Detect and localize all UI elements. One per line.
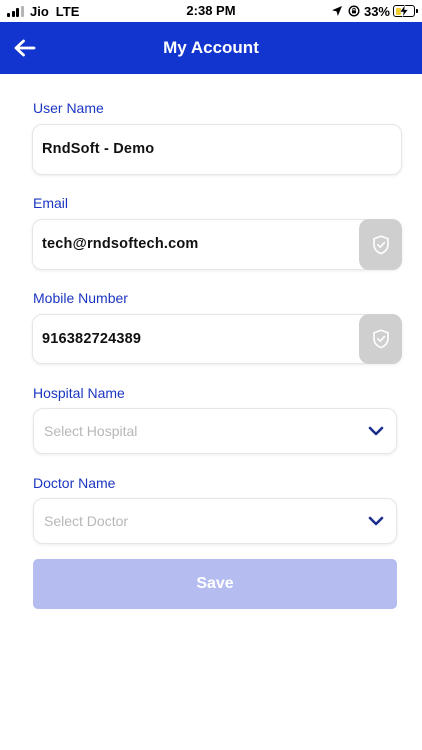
user-name-label: User Name (33, 100, 104, 116)
chevron-down-icon (368, 426, 384, 436)
user-name-value: RndSoft - Demo (42, 141, 155, 157)
mobile-value: 916382724389 (42, 331, 142, 347)
doctor-select[interactable]: Select Doctor (33, 498, 397, 544)
save-button[interactable]: Save (33, 559, 397, 609)
shield-check-icon (372, 234, 389, 254)
doctor-label: Doctor Name (33, 475, 116, 491)
user-name-field[interactable]: RndSoft - Demo (32, 124, 402, 175)
email-verify-button[interactable] (359, 219, 402, 270)
doctor-placeholder: Select Doctor (44, 513, 129, 529)
location-arrow-icon (331, 6, 342, 16)
charging-bolt-icon (399, 5, 409, 17)
page-title: My Account (163, 38, 259, 57)
app-header: My Account (0, 22, 422, 74)
email-field[interactable]: tech@rndsoftech.com (32, 219, 402, 270)
shield-check-icon (372, 329, 389, 349)
battery-icon (393, 5, 418, 17)
mobile-label: Mobile Number (33, 290, 128, 306)
email-value: tech@rndsoftech.com (42, 236, 199, 252)
status-bar: Jio LTE 2:38 PM 33% (0, 0, 422, 22)
hospital-label: Hospital Name (33, 385, 125, 401)
hospital-select[interactable]: Select Hospital (33, 408, 397, 454)
hospital-placeholder: Select Hospital (44, 423, 138, 439)
orientation-lock-icon (348, 5, 360, 17)
mobile-verify-button[interactable] (359, 314, 402, 364)
battery-percent: 33% (363, 3, 390, 19)
email-label: Email (33, 195, 69, 211)
mobile-field[interactable]: 916382724389 (32, 314, 402, 364)
status-right: 33% (331, 3, 418, 19)
chevron-down-icon (368, 516, 384, 526)
